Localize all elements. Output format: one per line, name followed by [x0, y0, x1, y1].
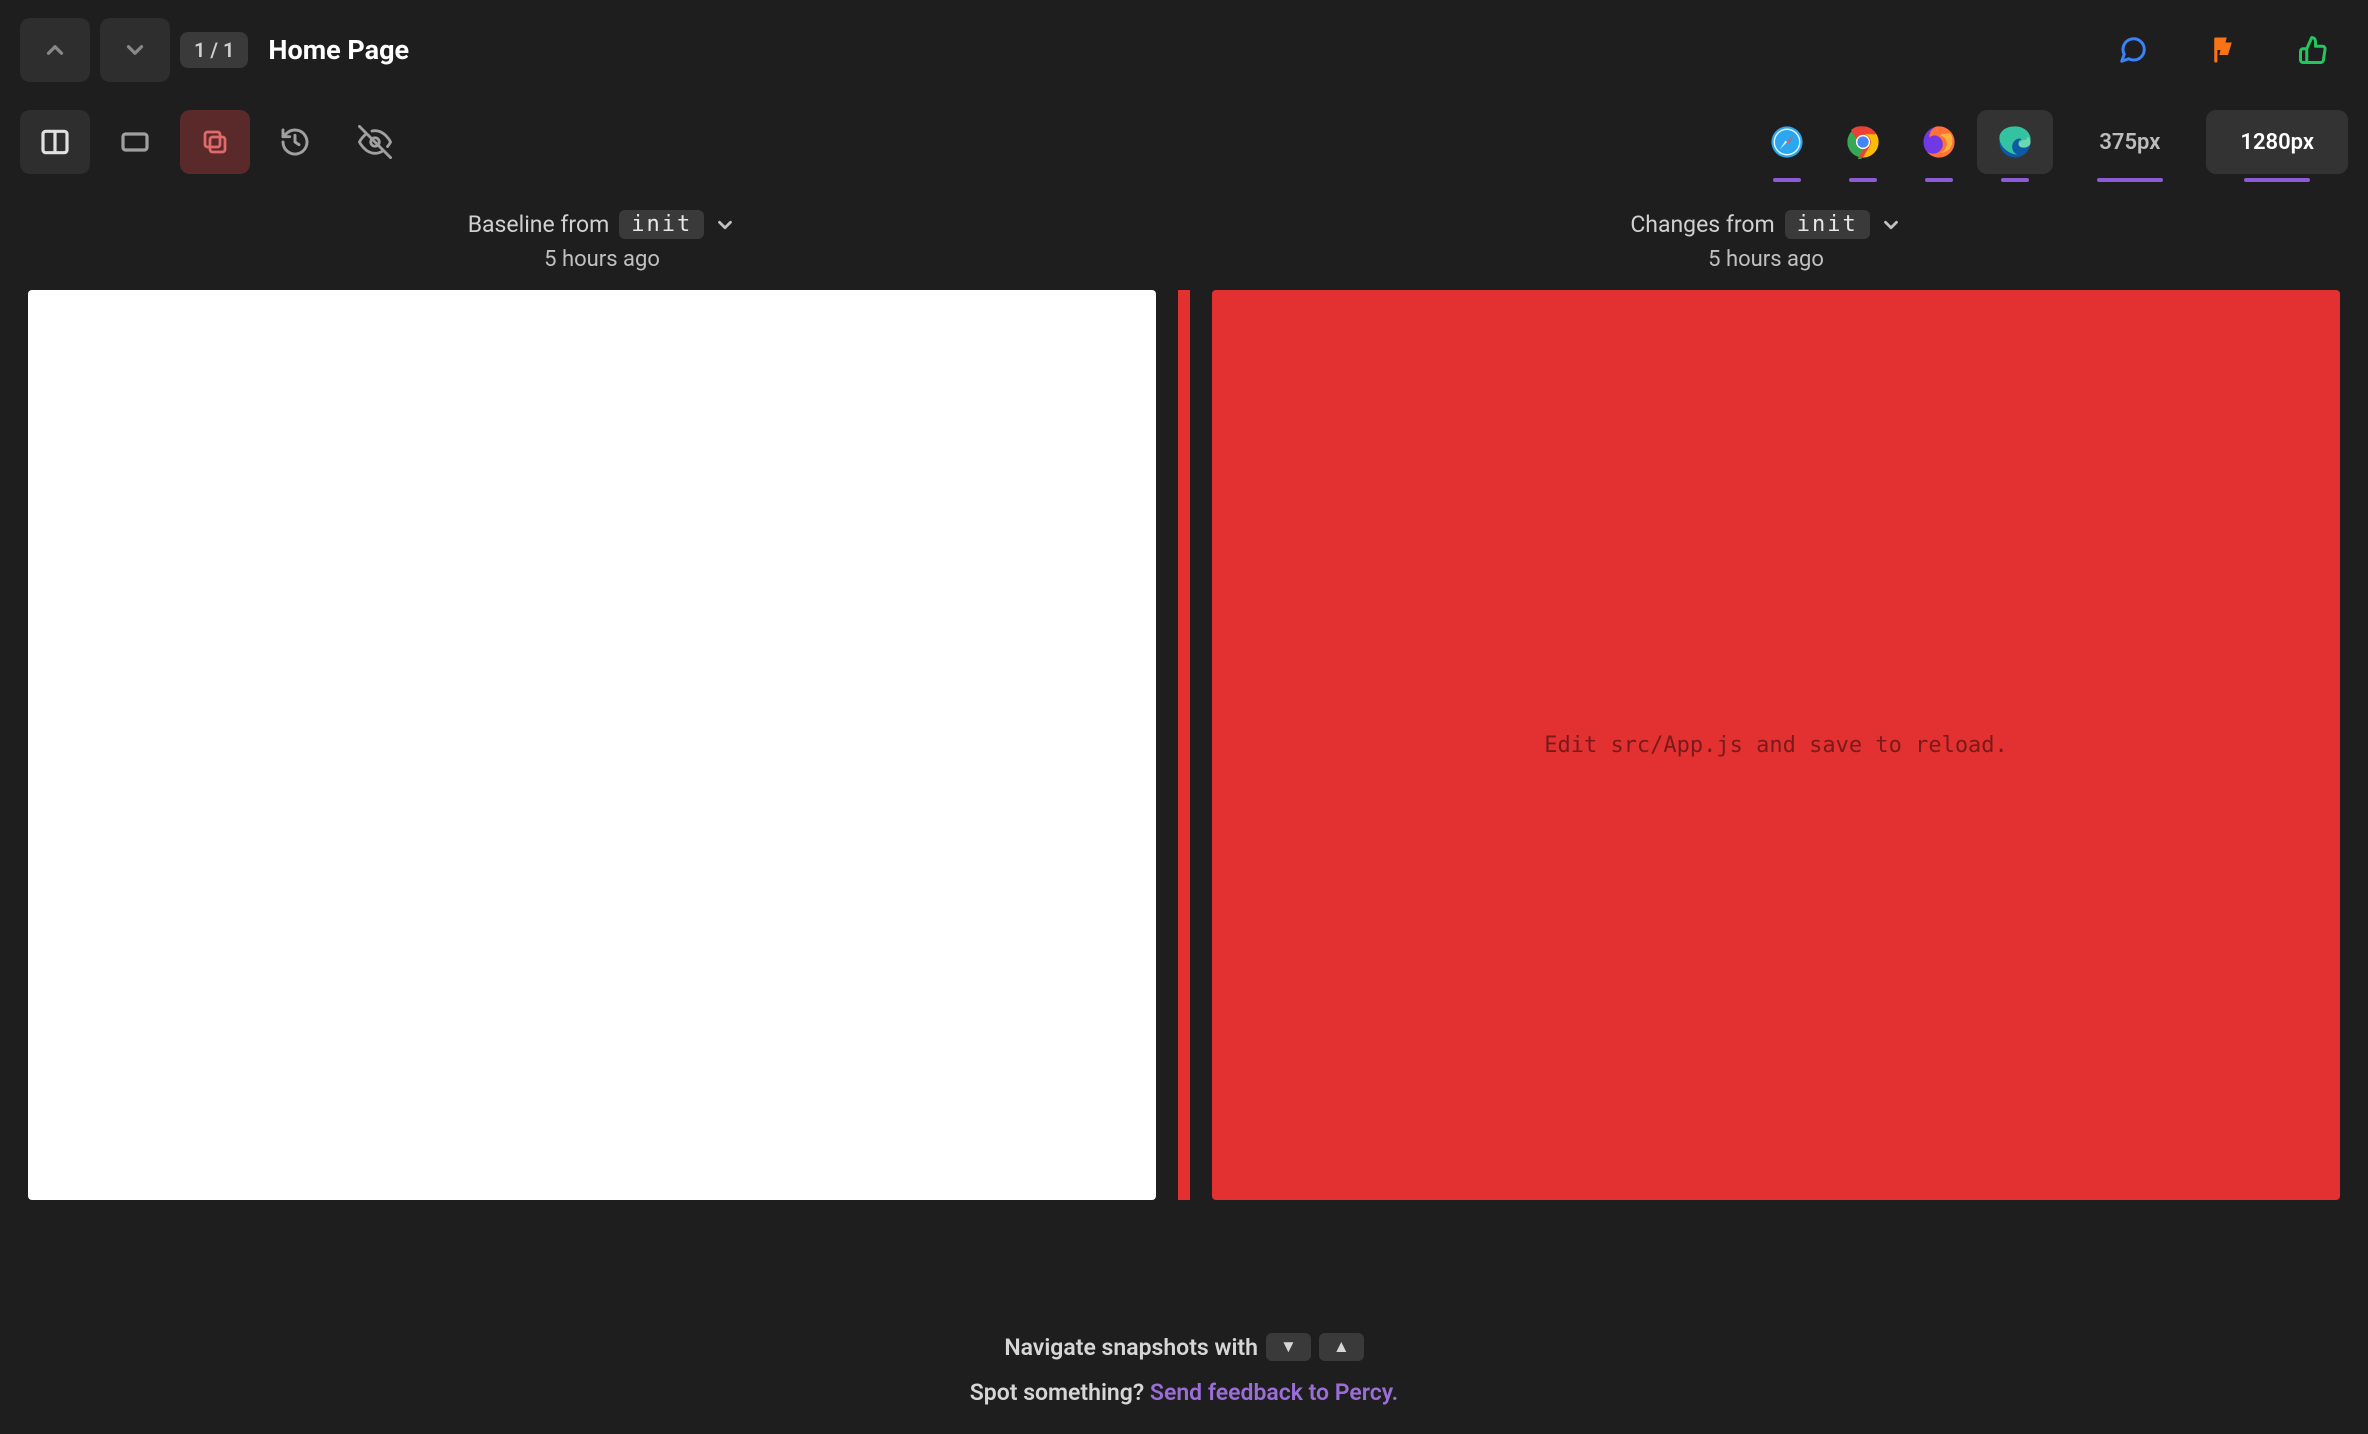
- approve-button[interactable]: [2298, 35, 2328, 65]
- changes-text-suffix: and save to reload.: [1743, 733, 2008, 758]
- browser-safari-button[interactable]: [1749, 110, 1825, 174]
- feedback-prefix: Spot something?: [970, 1379, 1150, 1406]
- snapshot-counter: 1 / 1: [180, 32, 248, 68]
- browser-firefox-indicator: [1925, 178, 1953, 182]
- baseline-dropdown-button[interactable]: [714, 214, 736, 236]
- browser-chrome-indicator: [1849, 178, 1877, 182]
- viewport-1280-button[interactable]: 1280px: [2206, 110, 2348, 174]
- nav-hint-text: Navigate snapshots with: [1004, 1334, 1258, 1361]
- changes-dropdown-button[interactable]: [1880, 214, 1902, 236]
- changes-label: Changes from: [1630, 211, 1774, 238]
- browser-edge-indicator: [2001, 178, 2029, 182]
- diff-overlay-icon: [200, 127, 230, 157]
- chevron-up-icon: [42, 37, 68, 63]
- nav-key-down: ▼: [1266, 1333, 1311, 1361]
- view-side-by-side-button[interactable]: [20, 110, 90, 174]
- changes-text-code: src/App.js: [1610, 733, 1742, 758]
- changes-pane-text: Edit src/App.js and save to reload.: [1544, 733, 2008, 758]
- changes-text-prefix: Edit: [1544, 733, 1610, 758]
- nav-hint-row: Navigate snapshots with ▼ ▲: [1004, 1333, 1363, 1361]
- prev-snapshot-button[interactable]: [20, 18, 90, 82]
- changes-info: Changes from init 5 hours ago: [1184, 210, 2348, 272]
- changes-ref-chip[interactable]: init: [1785, 210, 1870, 239]
- viewport-1280-label: 1280px: [2240, 130, 2314, 155]
- chrome-icon: [1846, 125, 1880, 159]
- baseline-ref-chip[interactable]: init: [619, 210, 704, 239]
- single-pane-icon: [119, 126, 151, 158]
- chevron-down-icon: [714, 214, 736, 236]
- diff-divider: [1178, 290, 1190, 1200]
- firefox-icon: [1922, 125, 1956, 159]
- flag-icon: [2208, 35, 2238, 65]
- baseline-pane[interactable]: [28, 290, 1156, 1200]
- nav-key-up: ▲: [1319, 1333, 1364, 1361]
- browser-safari-indicator: [1773, 178, 1801, 182]
- viewport-375-indicator: [2097, 178, 2163, 182]
- feedback-row: Spot something? Send feedback to Percy.: [970, 1379, 1398, 1406]
- baseline-label: Baseline from: [468, 211, 610, 238]
- comment-icon: [2118, 34, 2148, 66]
- edge-icon: [1998, 125, 2032, 159]
- chevron-down-icon: [1880, 214, 1902, 236]
- changes-pane[interactable]: Edit src/App.js and save to reload.: [1212, 290, 2340, 1200]
- history-icon: [279, 126, 311, 158]
- baseline-timestamp: 5 hours ago: [544, 247, 660, 272]
- changes-timestamp: 5 hours ago: [1708, 247, 1824, 272]
- toggle-overlay-button[interactable]: [340, 110, 410, 174]
- safari-icon: [1770, 125, 1804, 159]
- viewport-375-button[interactable]: 375px: [2065, 110, 2194, 174]
- baseline-info: Baseline from init 5 hours ago: [20, 210, 1184, 272]
- viewport-375-label: 375px: [2099, 130, 2160, 155]
- history-button[interactable]: [260, 110, 330, 174]
- view-single-button[interactable]: [100, 110, 170, 174]
- feedback-link[interactable]: Send feedback to Percy.: [1150, 1379, 1398, 1406]
- view-diff-button[interactable]: [180, 110, 250, 174]
- browser-firefox-button[interactable]: [1901, 110, 1977, 174]
- comment-button[interactable]: [2118, 35, 2148, 65]
- viewport-1280-indicator: [2244, 178, 2310, 182]
- request-changes-button[interactable]: [2208, 35, 2238, 65]
- eye-off-icon: [358, 125, 392, 159]
- thumbs-up-icon: [2298, 34, 2328, 66]
- browser-chrome-button[interactable]: [1825, 110, 1901, 174]
- columns-icon: [39, 126, 71, 158]
- page-title: Home Page: [268, 34, 409, 66]
- chevron-down-icon: [122, 37, 148, 63]
- browser-edge-button[interactable]: [1977, 110, 2053, 174]
- next-snapshot-button[interactable]: [100, 18, 170, 82]
